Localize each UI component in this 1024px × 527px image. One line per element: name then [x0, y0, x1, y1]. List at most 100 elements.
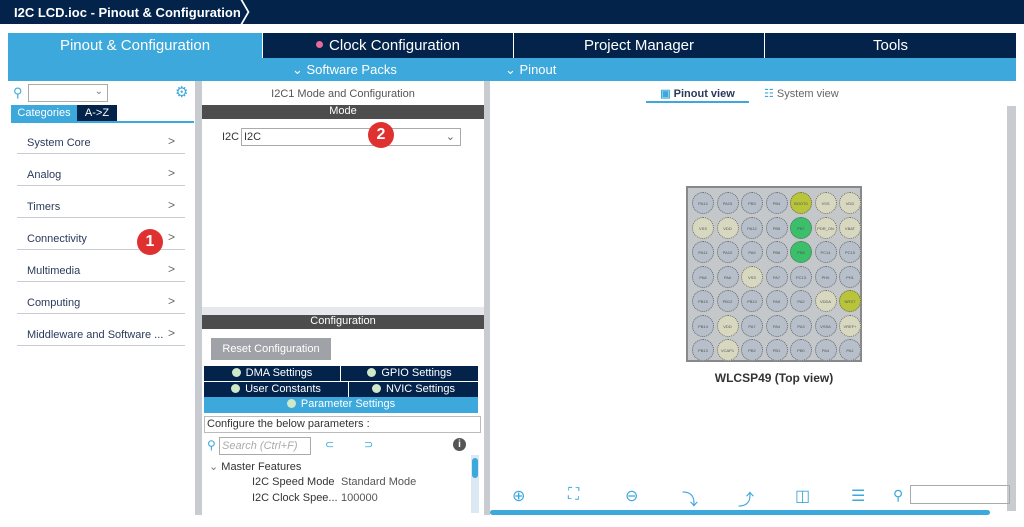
chip-pin[interactable]: PB2 — [741, 339, 763, 361]
chip-pin[interactable]: VDD — [716, 216, 739, 239]
chip-pin[interactable]: PA1 — [839, 339, 861, 361]
chip-pin[interactable]: PB0 — [790, 339, 812, 361]
configure-label: Configure the below parameters : — [204, 416, 481, 433]
chip-pin[interactable]: PB1 — [765, 339, 788, 361]
category-item[interactable]: Multimedia > — [17, 258, 185, 282]
chip-pin[interactable]: PB14 — [692, 314, 714, 337]
tab-a-z[interactable]: A->Z — [77, 105, 117, 121]
chip-pin[interactable]: VSS — [814, 192, 837, 214]
chip-pin[interactable]: PC15 — [839, 241, 861, 263]
chip-pin[interactable]: PB4 — [765, 192, 788, 214]
vertical-scrollbar[interactable] — [1007, 106, 1016, 511]
chip-pin[interactable]: PB12 — [716, 290, 739, 312]
software-packs-menu[interactable]: ⌄ Software Packs — [292, 62, 397, 78]
param-value[interactable]: Standard Mode — [341, 476, 416, 488]
chip-pin[interactable]: PA11 — [692, 241, 714, 263]
flip-horizontal-icon[interactable]: ☰ — [851, 486, 865, 506]
chip-pin[interactable]: PA8 — [692, 265, 714, 288]
pinout-panel: ▣ Pinout view ☷ System view PA14 PA15 PB3 P… — [490, 81, 1016, 515]
chip-pin[interactable]: PDR_ON — [814, 216, 837, 239]
scrollbar[interactable] — [471, 455, 479, 513]
zoom-out-icon[interactable]: ⊖ — [625, 486, 638, 506]
chip-pin[interactable]: PB3 — [741, 192, 763, 214]
tab-underline — [11, 121, 194, 123]
tab-project-manager[interactable]: Project Manager — [514, 33, 764, 58]
chip-pin[interactable]: NRST — [839, 290, 861, 312]
chip-pin[interactable]: PA15 — [716, 192, 739, 214]
category-item[interactable]: Computing > — [17, 290, 185, 314]
tab-parameter-settings[interactable]: Parameter Settings — [204, 397, 479, 413]
tab-system-view[interactable]: ☷ System view — [764, 87, 839, 100]
tab-pinout-configuration[interactable]: Pinout & Configuration — [8, 33, 262, 58]
i2c-mode-select[interactable]: I2C ⌄ — [241, 128, 461, 146]
chip-pin[interactable]: PB7 — [790, 216, 812, 239]
chip-pin[interactable]: PA9 — [741, 241, 763, 263]
chip-pin[interactable]: PH1 — [839, 265, 861, 288]
category-item[interactable]: Middleware and Software ... > — [17, 322, 185, 346]
tab-nvic-settings[interactable]: NVIC Settings — [349, 382, 479, 397]
category-item[interactable]: System Core > — [17, 130, 185, 154]
chip-pin[interactable]: PA7 — [765, 265, 788, 288]
next-icon[interactable]: ⊃ — [364, 438, 373, 451]
pinout-menu[interactable]: ⌄ Pinout — [505, 62, 556, 78]
chip-pin[interactable]: VBAT — [839, 216, 861, 239]
tab-pinout-view[interactable]: ▣ Pinout view — [646, 87, 749, 103]
chip-pin[interactable]: PH0 — [814, 265, 837, 288]
category-label: Multimedia — [27, 265, 81, 277]
category-search-input[interactable]: ⌄ — [28, 84, 108, 102]
chip-pin[interactable]: VCAP1 — [716, 339, 739, 361]
category-item[interactable]: Analog > — [17, 162, 185, 186]
chip-pin[interactable]: VDDA — [814, 290, 837, 312]
chip-pin[interactable]: PA4 — [814, 339, 837, 361]
chip-pin[interactable]: PB5 — [765, 216, 788, 239]
chip-pin[interactable]: VDD — [839, 192, 861, 214]
tab-user-constants[interactable]: User Constants — [204, 382, 349, 397]
chip-pin[interactable]: VREF+ — [839, 314, 861, 337]
tab-gpio-settings[interactable]: GPIO Settings — [341, 366, 479, 381]
panel-splitter[interactable] — [195, 81, 202, 515]
chip-pin[interactable]: PB6 — [765, 241, 788, 263]
chip-pin[interactable]: VSSA — [814, 314, 837, 337]
chip-pin[interactable]: PA12 — [741, 216, 763, 239]
chip-pin[interactable]: PB10 — [741, 290, 763, 312]
chip-pin[interactable]: PA5 — [765, 290, 788, 312]
chip-pin[interactable]: PA6 — [716, 265, 739, 288]
chip-pin[interactable]: PC13 — [790, 265, 812, 288]
zoom-in-icon[interactable]: ⊕ — [512, 486, 525, 506]
chip-pin[interactable]: PA4 — [765, 314, 788, 337]
rotate-right-icon[interactable]: ⤵ — [682, 486, 698, 510]
chip-pin[interactable]: BOOT0 — [790, 192, 812, 214]
chip-pin[interactable]: PA7 — [741, 314, 763, 337]
previous-icon[interactable]: ⊂ — [325, 438, 334, 451]
chip-pin[interactable]: PA3 — [790, 314, 812, 337]
param-value[interactable]: 100000 — [341, 492, 378, 504]
category-item[interactable]: Timers > — [17, 194, 185, 218]
chip-pin[interactable]: VSS — [741, 265, 763, 288]
splitter[interactable] — [202, 307, 484, 315]
master-features-group[interactable]: ⌄ Master Features — [209, 460, 301, 473]
chip-pin[interactable]: VDD — [716, 314, 739, 337]
tab-dma-settings[interactable]: DMA Settings — [204, 366, 341, 381]
chip-pin[interactable]: PB15 — [692, 290, 714, 312]
mode-config-panel: I2C1 Mode and Configuration Mode I2C I2C… — [202, 81, 484, 515]
fit-to-screen-icon[interactable]: ⛶ — [568, 486, 579, 504]
horizontal-scrollbar[interactable] — [490, 510, 990, 515]
tab-tools[interactable]: Tools — [765, 33, 1016, 58]
chip-pin[interactable]: PC14 — [814, 241, 837, 263]
chip-pin[interactable]: PA14 — [692, 192, 714, 214]
chip-pin[interactable]: PB8 — [790, 241, 812, 263]
chip-pin[interactable]: PA10 — [716, 241, 739, 263]
info-icon[interactable]: i — [453, 438, 466, 451]
tab-clock-configuration[interactable]: Clock Configuration — [263, 33, 513, 58]
chip-pin[interactable]: PB13 — [692, 339, 714, 361]
gear-icon[interactable]: ⚙ — [175, 83, 188, 101]
reset-configuration-button[interactable]: Reset Configuration — [211, 338, 331, 360]
parameter-search-input[interactable]: Search (Ctrl+F) — [219, 437, 311, 455]
chip-pin[interactable]: VSS — [692, 216, 714, 239]
rotate-left-icon[interactable]: ⤴ — [738, 486, 754, 510]
flip-vertical-icon[interactable]: ◫ — [795, 486, 810, 506]
chip-pin[interactable]: PA2 — [790, 290, 812, 312]
tab-categories[interactable]: Categories — [11, 105, 77, 121]
i2c-label: I2C — [222, 131, 240, 143]
pin-search-input[interactable] — [910, 485, 1010, 504]
